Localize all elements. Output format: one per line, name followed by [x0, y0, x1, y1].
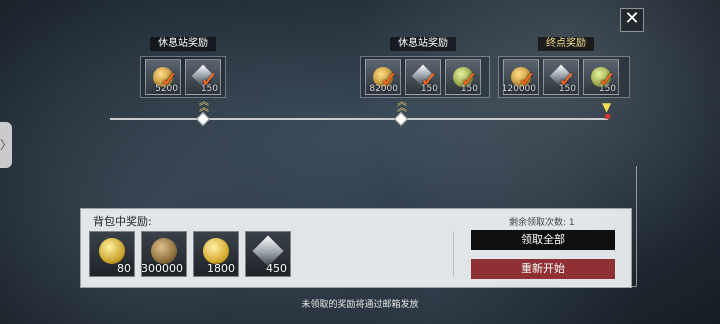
- reward-token[interactable]: ✓ 150: [583, 59, 619, 95]
- remaining-claims: 剩余领取次数: 1: [509, 218, 575, 228]
- bag-title: 背包中奖励:: [93, 215, 152, 228]
- reward-qty: 5200: [155, 84, 178, 94]
- station-1-label: 休息站奖励: [150, 37, 216, 51]
- bag-item-wings-coin[interactable]: 80: [89, 231, 135, 277]
- mail-delivery-note: 未领取的奖励将通过邮箱发放: [301, 300, 419, 310]
- current-position-marker: [605, 114, 610, 119]
- gold-coin-icon: [203, 238, 229, 264]
- progress-track: [110, 118, 608, 120]
- wings-coin-icon: [99, 238, 125, 264]
- station-2-rewards: ✓ 82000 ✓ 150 ✓ 150: [360, 56, 490, 98]
- bag-item-qty: 80: [117, 262, 131, 275]
- bag-item-crystal[interactable]: 450: [245, 231, 291, 277]
- reward-crystal[interactable]: ✓ 150: [405, 59, 441, 95]
- coin-icon: [151, 238, 177, 264]
- reward-crystal[interactable]: ✓ 150: [543, 59, 579, 95]
- panel-divider: [453, 231, 454, 277]
- side-expand-tab[interactable]: 〉: [0, 122, 12, 168]
- reward-crystal[interactable]: ✓ 150: [185, 59, 221, 95]
- reward-qty: 150: [420, 84, 438, 94]
- decor-line: [636, 166, 637, 286]
- bag-rewards-panel: 背包中奖励: 剩余领取次数: 1 80 300000 1800 450 领取全部…: [80, 208, 632, 288]
- station-1-rewards: ✓ 5200 ✓ 150: [140, 56, 226, 98]
- final-station-rewards: ✓ 120000 ✓ 150 ✓ 150: [498, 56, 630, 98]
- reward-coin[interactable]: ✓ 120000: [501, 59, 539, 95]
- reward-qty: 150: [200, 84, 218, 94]
- close-button[interactable]: ✕: [620, 8, 644, 32]
- claim-all-button[interactable]: 领取全部: [471, 230, 615, 250]
- reward-coin[interactable]: ✓ 82000: [365, 59, 401, 95]
- restart-button[interactable]: 重新开始: [471, 259, 615, 279]
- reward-qty: 150: [558, 84, 576, 94]
- final-station-label: 终点奖励: [538, 37, 594, 51]
- reward-coin[interactable]: ✓ 5200: [145, 59, 181, 95]
- bag-item-silver-coin[interactable]: 300000: [141, 231, 187, 277]
- bag-item-gold-coin[interactable]: 1800: [193, 231, 239, 277]
- bag-item-qty: 1800: [207, 262, 235, 275]
- station-2-label: 休息站奖励: [390, 37, 456, 51]
- reward-qty: 120000: [501, 84, 536, 94]
- chevron-up-icon: ︽ ︽: [199, 97, 209, 114]
- bag-item-qty: 300000: [141, 262, 183, 275]
- chevron-up-icon: ︽ ︽: [397, 97, 407, 114]
- close-icon: ✕: [624, 8, 640, 29]
- chevron-right-icon: 〉: [0, 138, 13, 152]
- bag-items: 80 300000 1800 450: [89, 231, 291, 277]
- reward-qty: 82000: [369, 84, 398, 94]
- end-marker-icon: ▼: [602, 100, 612, 114]
- bag-item-qty: 450: [266, 262, 287, 275]
- reward-token[interactable]: ✓ 150: [445, 59, 481, 95]
- reward-qty: 150: [598, 84, 616, 94]
- reward-qty: 150: [460, 84, 478, 94]
